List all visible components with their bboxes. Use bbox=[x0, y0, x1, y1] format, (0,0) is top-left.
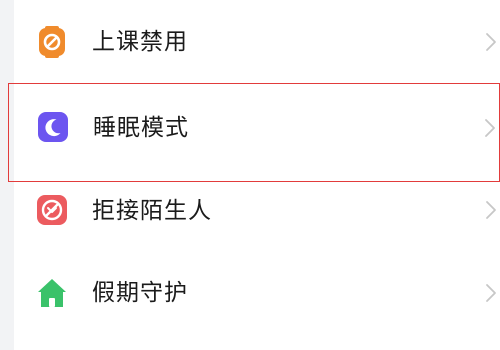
chevron-right-icon bbox=[486, 201, 496, 219]
home-icon bbox=[38, 279, 66, 307]
chevron-right-icon bbox=[485, 119, 495, 137]
settings-item-label: 拒接陌生人 bbox=[92, 198, 212, 224]
settings-item-label: 上课禁用 bbox=[92, 29, 188, 55]
chevron-right-icon bbox=[486, 284, 496, 302]
moon-icon bbox=[38, 112, 68, 142]
settings-item-reject-strangers[interactable]: 拒接陌生人 bbox=[14, 168, 500, 252]
settings-item-class-disable[interactable]: 上课禁用 bbox=[14, 0, 500, 84]
settings-item-holiday-guard[interactable]: 假期守护 bbox=[14, 253, 500, 337]
no-phone-class-icon bbox=[39, 26, 65, 58]
chevron-right-icon bbox=[486, 33, 496, 51]
block-stranger-icon bbox=[37, 195, 67, 225]
settings-item-label: 睡眠模式 bbox=[93, 115, 189, 141]
settings-item-label: 假期守护 bbox=[92, 280, 188, 306]
